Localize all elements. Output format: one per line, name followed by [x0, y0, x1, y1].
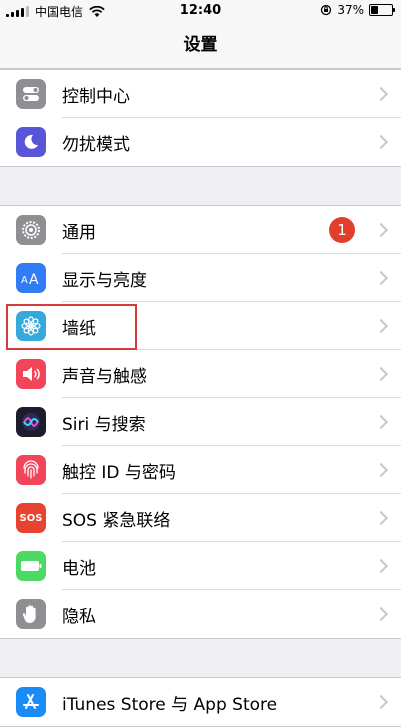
- settings-row-label: 显示与亮度: [62, 270, 147, 291]
- settings-row-battery[interactable]: 电池: [0, 542, 401, 590]
- sos-icon-text: SOS: [19, 512, 43, 524]
- status-bar: 中国电信 12:40 37%: [0, 0, 401, 22]
- settings-row-control-center[interactable]: 控制中心: [0, 70, 401, 118]
- page-title: 设置: [183, 35, 218, 55]
- settings-row-label: 墙纸: [62, 318, 96, 339]
- settings-row-label: SOS 紧急联络: [62, 510, 171, 531]
- settings-row-general[interactable]: 通用 1: [0, 206, 401, 254]
- settings-row-label: 勿扰模式: [62, 134, 130, 155]
- settings-row-display[interactable]: A A 显示与亮度: [0, 254, 401, 302]
- settings-row-label: 隐私: [62, 606, 96, 627]
- settings-row-privacy[interactable]: 隐私: [0, 590, 401, 638]
- status-right: 37%: [320, 3, 395, 17]
- orientation-lock-icon: [321, 4, 332, 16]
- chevron-right-icon: [373, 86, 389, 102]
- settings-row-label: 通用: [62, 222, 96, 243]
- settings-group-3: iTunes Store 与 App Store: [0, 677, 401, 727]
- text-size-icon: A A: [16, 263, 46, 293]
- settings-row-label: 电池: [62, 558, 96, 579]
- moon-icon: [16, 127, 46, 157]
- sos-icon: SOS: [16, 503, 46, 533]
- settings-row-label: iTunes Store 与 App Store: [62, 694, 278, 715]
- settings-row-touch-id[interactable]: 触控 ID 与密码: [0, 446, 401, 494]
- chevron-right-icon: [373, 366, 389, 382]
- settings-row-label: 声音与触感: [62, 366, 147, 387]
- control-center-icon: [16, 79, 46, 109]
- settings-row-label: 控制中心: [62, 86, 130, 107]
- chevron-right-icon: [373, 510, 389, 526]
- gear-icon: [16, 215, 46, 245]
- settings-row-label: Siri 与搜索: [62, 414, 146, 435]
- settings-row-label: 触控 ID 与密码: [62, 462, 176, 483]
- chevron-right-icon: [373, 606, 389, 622]
- chevron-right-icon: [373, 270, 389, 286]
- chevron-right-icon: [373, 414, 389, 430]
- svg-text:A: A: [29, 272, 39, 286]
- speaker-icon: [16, 359, 46, 389]
- settings-row-do-not-disturb[interactable]: 勿扰模式: [0, 118, 401, 166]
- app-store-icon: [16, 687, 46, 717]
- settings-row-sos[interactable]: SOS SOS 紧急联络: [0, 494, 401, 542]
- siri-icon: [16, 407, 46, 437]
- fingerprint-icon: [16, 455, 46, 485]
- chevron-right-icon: [373, 462, 389, 478]
- svg-text:A: A: [21, 275, 28, 286]
- chevron-right-icon: [373, 694, 389, 710]
- settings-row-app-store[interactable]: iTunes Store 与 App Store: [0, 678, 401, 726]
- nav-bar: 设置: [0, 22, 401, 69]
- settings-row-sounds[interactable]: 声音与触感: [0, 350, 401, 398]
- chevron-right-icon: [373, 134, 389, 150]
- chevron-right-icon: [373, 558, 389, 574]
- settings-group-1: 控制中心 勿扰模式: [0, 69, 401, 167]
- battery-status-icon: [369, 4, 395, 16]
- settings-group-2: 通用 1 A A 显示与亮度 墙纸 声音与触感 Siri 与搜索 触控 ID 与…: [0, 205, 401, 639]
- chevron-right-icon: [373, 222, 389, 238]
- battery-percent: 37%: [337, 3, 364, 17]
- chevron-right-icon: [373, 318, 389, 334]
- settings-row-siri[interactable]: Siri 与搜索: [0, 398, 401, 446]
- hand-icon: [16, 599, 46, 629]
- settings-row-wallpaper[interactable]: 墙纸: [0, 302, 401, 350]
- flower-icon: [16, 311, 46, 341]
- battery-icon: [16, 551, 46, 581]
- notification-badge: 1: [329, 217, 355, 243]
